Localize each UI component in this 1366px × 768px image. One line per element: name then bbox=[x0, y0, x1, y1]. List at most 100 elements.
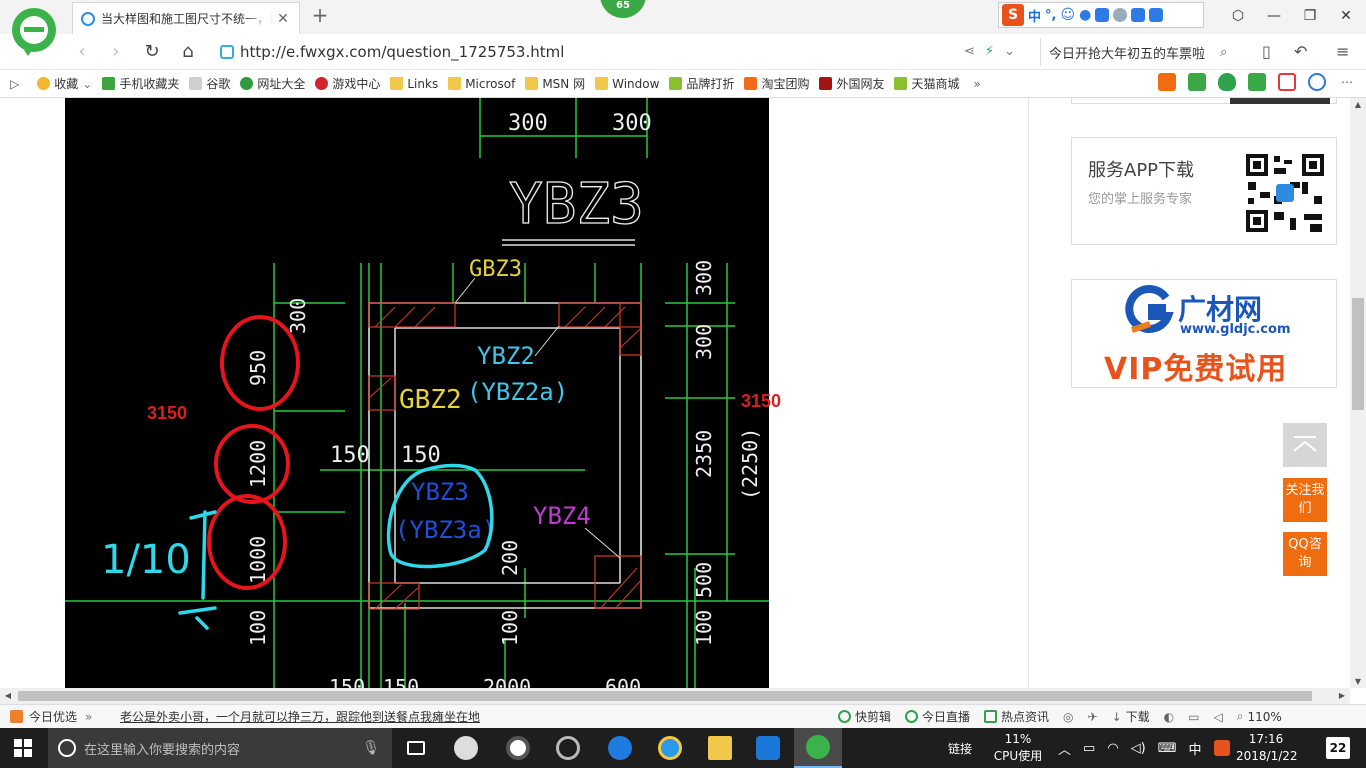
speedup-icon[interactable]: ◎ bbox=[1063, 710, 1073, 724]
scroll-up-icon[interactable]: ▲ bbox=[1350, 100, 1366, 109]
bookmark-item[interactable]: 外国网友 bbox=[819, 75, 884, 92]
scroll-down-icon[interactable]: ▼ bbox=[1350, 677, 1366, 686]
emoji-icon[interactable]: ☺ bbox=[1060, 7, 1075, 23]
green-browser-icon[interactable] bbox=[794, 728, 842, 768]
window-icon[interactable]: ▭ bbox=[1188, 710, 1199, 724]
new-tab-button[interactable]: + bbox=[308, 4, 332, 28]
back-button[interactable]: ‹ bbox=[68, 38, 96, 66]
battery-icon[interactable]: ▭ bbox=[1083, 741, 1095, 756]
expand-icon[interactable]: » bbox=[85, 710, 92, 724]
tray-expand-icon[interactable]: ︿ bbox=[1058, 739, 1071, 758]
chevron-down-icon[interactable]: ⌄ bbox=[82, 77, 92, 91]
taskbar-search-input[interactable]: 在这里输入你要搜索的内容 🎙 bbox=[48, 728, 392, 768]
cpu-usage[interactable]: 11% CPU使用 bbox=[988, 731, 1048, 765]
sogou-tray-icon[interactable] bbox=[1213, 740, 1230, 756]
follow-us-button[interactable]: 关注我们 bbox=[1283, 478, 1327, 522]
zoom-control[interactable]: ⌕ 110% bbox=[1237, 709, 1282, 724]
bookmark-item[interactable]: 网址大全 bbox=[240, 75, 305, 92]
bookmark-item[interactable]: 淘宝团购 bbox=[744, 75, 809, 92]
back-to-top-button[interactable] bbox=[1283, 423, 1327, 467]
quick-edit-button[interactable]: 快剪辑 bbox=[838, 708, 891, 725]
news-ticker-link[interactable]: 老公是外卖小哥，一个月就可以挣三万，跟踪他到送餐点我瘫坐在地 bbox=[120, 708, 480, 725]
search-icon[interactable]: ⌕ bbox=[1220, 45, 1240, 60]
volume-icon[interactable]: ◁ bbox=[1214, 710, 1223, 724]
notification-badge[interactable]: 65 bbox=[600, 0, 646, 18]
restore-button[interactable]: ❐ bbox=[1292, 0, 1328, 32]
screenshot-icon[interactable] bbox=[1278, 73, 1296, 91]
tshirt-icon[interactable]: ⬡ bbox=[1220, 0, 1256, 32]
touch-keyboard-icon[interactable]: ⌨ bbox=[1158, 741, 1177, 756]
close-window-button[interactable]: ✕ bbox=[1328, 0, 1364, 32]
bookmark-item[interactable]: Window bbox=[595, 77, 659, 91]
ime-punct-toggle[interactable]: °, bbox=[1045, 8, 1056, 23]
search-input[interactable]: 今日开抢大年初五的车票啦 ⌕ bbox=[1040, 38, 1240, 66]
file-explorer-icon[interactable] bbox=[696, 728, 744, 768]
clear-icon[interactable]: ◐ bbox=[1164, 710, 1174, 724]
ime-toolbar[interactable]: S 中 °, ☺ ● bbox=[998, 2, 1204, 28]
shield-icon[interactable] bbox=[1218, 73, 1236, 91]
skin-icon[interactable] bbox=[1131, 8, 1146, 22]
spiral-app-icon[interactable] bbox=[544, 728, 592, 768]
pinwheel-app-icon[interactable] bbox=[442, 728, 490, 768]
bookmark-item[interactable]: 游戏中心 bbox=[315, 75, 380, 92]
bookmark-item[interactable]: Links bbox=[390, 77, 438, 91]
today-picks-button[interactable]: 今日优选 » bbox=[10, 708, 120, 725]
reload-button[interactable]: ↻ bbox=[138, 38, 166, 66]
undo-icon[interactable]: ↶ bbox=[1294, 42, 1307, 61]
share-icon[interactable]: ⋖ bbox=[964, 44, 975, 59]
vertical-scroll-thumb[interactable] bbox=[1352, 298, 1364, 410]
pin-icon[interactable]: ✈ bbox=[1088, 710, 1098, 724]
dropdown-icon[interactable]: ⌄ bbox=[1004, 44, 1015, 59]
forward-button[interactable]: › bbox=[102, 38, 130, 66]
mobile-icon[interactable]: ▯ bbox=[1262, 42, 1271, 61]
ime-lang-toggle[interactable]: 中 bbox=[1028, 6, 1041, 25]
user-icon[interactable] bbox=[1113, 8, 1128, 22]
microphone-icon[interactable]: 🎙 bbox=[362, 740, 380, 756]
task-view-icon[interactable] bbox=[392, 728, 440, 768]
scroll-left-icon[interactable]: ◀ bbox=[0, 688, 16, 704]
menu-icon[interactable]: ≡ bbox=[1336, 42, 1349, 61]
bookmarks-more-button[interactable]: » bbox=[973, 77, 980, 91]
site-security-icon[interactable] bbox=[220, 45, 234, 59]
bookmark-item[interactable]: Microsof bbox=[448, 77, 515, 91]
home-button[interactable]: ⌂ bbox=[174, 38, 202, 66]
keyboard-icon[interactable] bbox=[1095, 8, 1110, 22]
bookmark-item[interactable]: 品牌打折 bbox=[669, 75, 734, 92]
links-toolbar[interactable]: 链接 bbox=[948, 728, 972, 768]
url-field[interactable]: http://e.fwxgx.com/question_1725753.html bbox=[220, 38, 1030, 66]
guanglianda-icon[interactable] bbox=[744, 728, 792, 768]
bookmark-item[interactable]: 天猫商城 bbox=[894, 75, 959, 92]
windows-start-icon[interactable] bbox=[14, 739, 32, 757]
translate-icon[interactable] bbox=[1248, 73, 1266, 91]
reader-icon[interactable] bbox=[1188, 73, 1206, 91]
speaker-icon[interactable]: ◁) bbox=[1131, 741, 1146, 756]
browser-tab[interactable]: 当大样图和施工图尺寸不统一，该 ✕ bbox=[72, 2, 300, 34]
app-download-card[interactable]: 服务APP下载 您的掌上服务专家 bbox=[1071, 137, 1337, 245]
tools-icon[interactable] bbox=[1149, 8, 1164, 22]
qq-consult-button[interactable]: QQ咨询 bbox=[1283, 532, 1327, 576]
action-center-badge[interactable]: 22 bbox=[1326, 737, 1350, 759]
hot-news-button[interactable]: 热点资讯 bbox=[984, 708, 1049, 725]
minimize-button[interactable]: — bbox=[1256, 0, 1292, 32]
download-button[interactable]: ↓ 下载 bbox=[1112, 708, 1150, 725]
more-tools-icon[interactable]: ⋯ bbox=[1338, 73, 1356, 91]
bookmark-item[interactable]: MSN 网 bbox=[525, 75, 585, 92]
bookmark-item[interactable]: 谷歌 bbox=[189, 75, 230, 92]
tray-ime[interactable]: 中 bbox=[1189, 739, 1202, 758]
scroll-right-icon[interactable]: ▶ bbox=[1334, 688, 1350, 704]
live-button[interactable]: 今日直播 bbox=[905, 708, 970, 725]
edge-icon[interactable] bbox=[596, 728, 644, 768]
wifi-icon[interactable]: ◠ bbox=[1107, 741, 1118, 756]
vertical-scrollbar[interactable]: ▲ ▼ bbox=[1350, 98, 1366, 688]
internet-explorer-icon[interactable] bbox=[646, 728, 694, 768]
horizontal-scrollbar[interactable]: ◀ ▶ bbox=[0, 688, 1350, 704]
speed-icon[interactable]: ⚡ bbox=[985, 44, 994, 59]
find-icon[interactable] bbox=[1308, 73, 1326, 91]
gldjc-ad-banner[interactable]: 广材网 www.gldjc.com VIP免费试用 bbox=[1071, 279, 1337, 388]
sidebar-toggle-icon[interactable]: ▷ bbox=[10, 77, 19, 91]
horizontal-scroll-thumb[interactable] bbox=[18, 691, 1312, 701]
close-tab-icon[interactable]: ✕ bbox=[275, 11, 291, 27]
bookmark-item[interactable]: 手机收藏夹 bbox=[102, 75, 179, 92]
taskbar-clock[interactable]: 17:16 2018/1/22 bbox=[1236, 731, 1298, 765]
mic-icon[interactable]: ● bbox=[1079, 7, 1091, 23]
